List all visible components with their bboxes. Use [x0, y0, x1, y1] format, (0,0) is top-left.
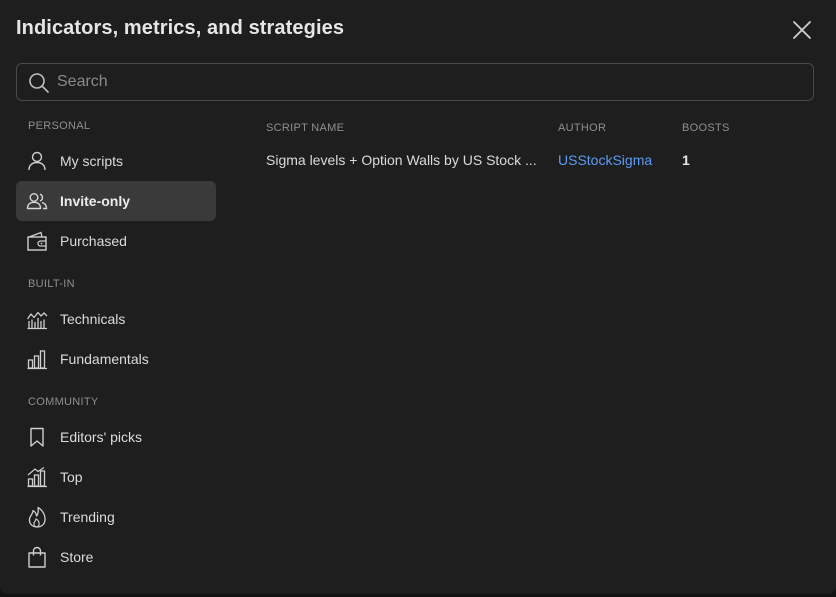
sidebar-item-my-scripts[interactable]: My scripts	[16, 141, 216, 181]
sidebar-item-editors-picks[interactable]: Editors' picks	[16, 417, 216, 457]
section-label-built-in: BUILT-IN	[28, 278, 75, 290]
search-input[interactable]	[57, 64, 797, 100]
top-chart-icon	[27, 467, 47, 488]
bar-chart-icon	[27, 350, 47, 370]
shopping-bag-icon	[28, 546, 46, 568]
search-icon	[29, 73, 49, 93]
sidebar-item-label: My scripts	[60, 153, 123, 169]
sidebar-item-invite-only[interactable]: Invite-only	[16, 181, 216, 221]
sidebar-item-label: Purchased	[60, 233, 127, 249]
script-name-cell[interactable]: Sigma levels + Option Walls by US Stock …	[266, 152, 538, 168]
user-icon	[28, 151, 46, 171]
sidebar-item-label: Fundamentals	[60, 351, 149, 367]
close-button[interactable]	[790, 18, 814, 42]
sidebar-item-label: Editors' picks	[60, 429, 143, 445]
technicals-icon	[26, 311, 48, 330]
sidebar-item-technicals[interactable]: Technicals	[16, 299, 216, 339]
indicators-dialog: Indicators, metrics, and strategies PERS…	[0, 0, 836, 594]
column-header-boosts[interactable]: BOOSTS	[682, 122, 730, 134]
sidebar-item-label: Top	[60, 469, 83, 485]
sidebar-item-label: Trending	[60, 509, 115, 525]
close-icon	[793, 21, 811, 39]
sidebar-item-trending[interactable]: Trending	[16, 497, 216, 537]
column-header-script-name[interactable]: SCRIPT NAME	[266, 122, 344, 134]
dialog-title: Indicators, metrics, and strategies	[16, 17, 345, 39]
section-label-personal: PERSONAL	[28, 120, 91, 132]
section-label-community: COMMUNITY	[28, 396, 99, 408]
users-icon	[26, 193, 48, 210]
boosts-count: 1	[682, 152, 690, 168]
sidebar-item-top[interactable]: Top	[16, 457, 216, 497]
wallet-icon	[27, 231, 47, 251]
bookmark-icon	[30, 427, 44, 447]
sidebar-item-label: Invite-only	[60, 193, 131, 209]
column-header-author[interactable]: AUTHOR	[558, 122, 606, 134]
flame-icon	[28, 506, 46, 528]
search-box[interactable]	[16, 63, 814, 101]
sidebar-item-label: Technicals	[60, 311, 126, 327]
author-link[interactable]: USStockSigma	[558, 152, 652, 168]
sidebar-item-fundamentals[interactable]: Fundamentals	[16, 339, 216, 379]
sidebar-item-store[interactable]: Store	[16, 537, 216, 577]
sidebar-item-label: Store	[60, 549, 94, 565]
sidebar-item-purchased[interactable]: Purchased	[16, 221, 216, 261]
